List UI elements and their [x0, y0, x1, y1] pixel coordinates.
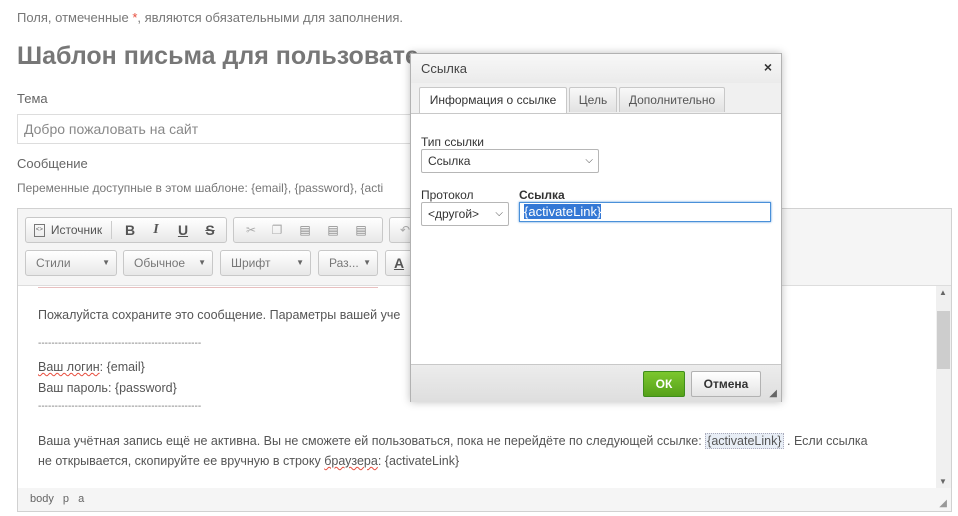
tab-advanced[interactable]: Дополнительно: [619, 87, 725, 112]
link-type-label: Тип ссылки: [421, 135, 484, 149]
dialog-body: Тип ссылки Ссылка ⌵ Протокол <другой> ⌵ Сс…: [411, 114, 781, 364]
dialog-title-bar[interactable]: Ссылка ×: [411, 54, 781, 84]
resize-grip-icon[interactable]: ◢: [769, 388, 777, 399]
dialog-footer: ОК Отмена ◢: [411, 364, 781, 402]
close-icon[interactable]: ×: [764, 59, 772, 75]
chevron-down-icon: ⌵: [585, 155, 593, 166]
tab-link-info[interactable]: Информация о ссылке: [419, 87, 567, 113]
cancel-button[interactable]: Отмена: [691, 371, 761, 397]
chevron-down-icon: ⌵: [495, 208, 503, 219]
ok-button[interactable]: ОК: [643, 371, 685, 397]
dialog-title: Ссылка: [421, 61, 468, 76]
dialog-tabs: Информация о ссылке Цель Дополнительно: [411, 83, 781, 114]
link-type-select[interactable]: Ссылка ⌵: [421, 149, 599, 173]
tab-target[interactable]: Цель: [569, 87, 617, 112]
protocol-select[interactable]: <другой> ⌵: [421, 202, 509, 226]
url-input[interactable]: {activateLink}: [519, 202, 771, 222]
link-dialog: Ссылка × Информация о ссылке Цель Дополн…: [410, 53, 782, 402]
protocol-label: Протокол: [421, 188, 474, 202]
url-label: Ссылка: [519, 188, 565, 202]
